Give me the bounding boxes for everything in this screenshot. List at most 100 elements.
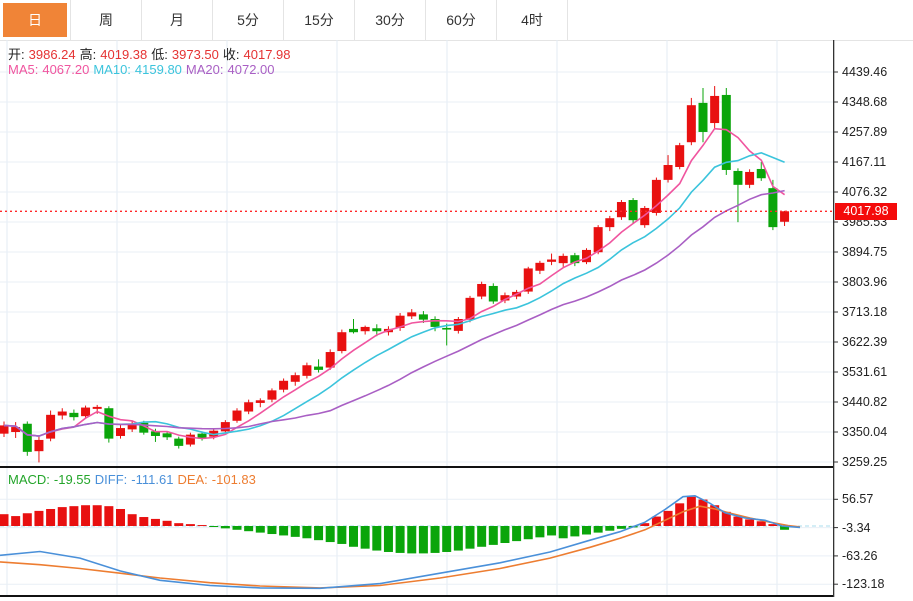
candle[interactable] [780,211,789,226]
macd-label: MACD: [8,472,50,487]
high-value: 4019.38 [100,47,147,62]
candle[interactable] [361,326,370,335]
candle[interactable] [699,88,708,142]
candle[interactable] [710,86,719,128]
tab-label: 5分 [213,0,283,40]
axis-tick-label: 3894.75 [842,244,887,260]
tab-week[interactable]: 周 [71,0,142,40]
candle[interactable] [302,363,311,379]
candle[interactable] [617,200,626,220]
axis-tick-label: 3803.96 [842,274,887,290]
axis-tick-label: 3440.82 [842,394,887,410]
axis-tick-label: 56.57 [842,491,873,507]
ma20-line [4,191,785,437]
high-label: 高: [80,47,97,62]
tab-month[interactable]: 月 [142,0,213,40]
axis-tick-label: 4167.11 [842,154,886,170]
axis-tick-label: 3713.18 [842,304,887,320]
tab-day[interactable]: 日 [0,0,71,40]
ma20-label: MA20: [186,62,224,77]
macd-readout: MACD: -19.55 DIFF:-111.61 DEA: -101.83 [8,472,260,487]
ma10-value: 4159.80 [135,62,182,77]
candle[interactable] [547,254,556,266]
candle[interactable] [489,283,498,303]
tab-label: 日 [3,3,67,37]
axis-tick-label: 3259.25 [842,454,887,470]
axis-tick-label: 4348.68 [842,94,887,110]
candle[interactable] [477,282,486,300]
tab-label: 周 [71,0,141,40]
tab-60min[interactable]: 60分 [426,0,497,40]
kline-chart-svg[interactable] [0,40,913,601]
candle[interactable] [233,408,242,423]
candle[interactable] [314,359,323,372]
macd-value: -19.55 [54,472,91,487]
tab-4hour[interactable]: 4时 [497,0,568,40]
ma20-value: 4072.00 [228,62,275,77]
dea-label: DEA: [177,472,207,487]
candle[interactable] [337,330,346,354]
candle[interactable] [745,169,754,188]
candle[interactable] [559,254,568,267]
candle[interactable] [11,422,20,438]
axis-tick-label: 3531.61 [842,364,887,380]
axis-tick-label: 4076.32 [842,184,887,200]
candle[interactable] [687,98,696,145]
open-label: 开: [8,47,25,62]
candle[interactable] [279,378,288,392]
candle[interactable] [291,373,300,386]
ma10-label: MA10: [93,62,131,77]
candle[interactable] [221,420,230,433]
close-value: 4017.98 [244,47,291,62]
kline-app-window: 日周月5分15分30分60分4时 开:3986.24高:4019.38低:397… [0,0,913,601]
dea-value: -101.83 [212,472,256,487]
candle[interactable] [757,162,766,181]
chart-area[interactable]: 开:3986.24高:4019.38低:3973.50收:4017.98 MA5… [0,40,913,601]
ma5-label: MA5: [8,62,38,77]
axis-tick-label: 4257.89 [842,124,887,140]
candle[interactable] [58,408,67,419]
candle[interactable] [186,433,195,447]
axis-tick-label: -123.18 [842,576,884,592]
diff-label: DIFF: [95,472,128,487]
candle[interactable] [256,398,265,407]
candle[interactable] [69,410,78,421]
candle[interactable] [594,225,603,254]
candle[interactable] [733,168,742,222]
bottom-border [0,595,833,597]
candle[interactable] [652,178,661,216]
candle[interactable] [675,143,684,169]
candle[interactable] [664,155,673,182]
tab-label: 月 [142,0,212,40]
axis-tick-label: -63.26 [842,548,877,564]
ohlc-readout: 开:3986.24高:4019.38低:3973.50收:4017.98 [8,44,295,63]
tab-label: 4时 [497,0,567,40]
diff-value: -111.61 [131,472,173,487]
low-value: 3973.50 [172,47,219,62]
candle[interactable] [407,309,416,319]
price-axis-line [833,40,834,597]
panel-separator [0,466,833,468]
axis-tick-label: 4439.46 [842,64,887,80]
tab-label: 15分 [284,0,354,40]
tab-15min[interactable]: 15分 [284,0,355,40]
candle[interactable] [768,180,777,230]
ma5-value: 4067.20 [42,62,89,77]
candle[interactable] [349,319,358,334]
axis-tick-label: -3.34 [842,520,871,536]
ma-readout: MA5: 4067.20 MA10: 4159.80 MA20: 4072.00 [8,62,279,77]
candle[interactable] [174,437,183,449]
last-price-marker: 4017.98 [835,203,897,220]
candle[interactable] [605,216,614,231]
candle[interactable] [23,421,32,455]
axis-tick-label: 3350.04 [842,424,887,440]
axis-tick-label: 3622.39 [842,334,887,350]
candlestick-series[interactable] [0,86,789,462]
candle[interactable] [34,437,43,462]
tab-30min[interactable]: 30分 [355,0,426,40]
candle[interactable] [46,411,55,442]
open-value: 3986.24 [29,47,76,62]
tab-5min[interactable]: 5分 [213,0,284,40]
candle[interactable] [535,261,544,274]
candle[interactable] [267,388,276,402]
